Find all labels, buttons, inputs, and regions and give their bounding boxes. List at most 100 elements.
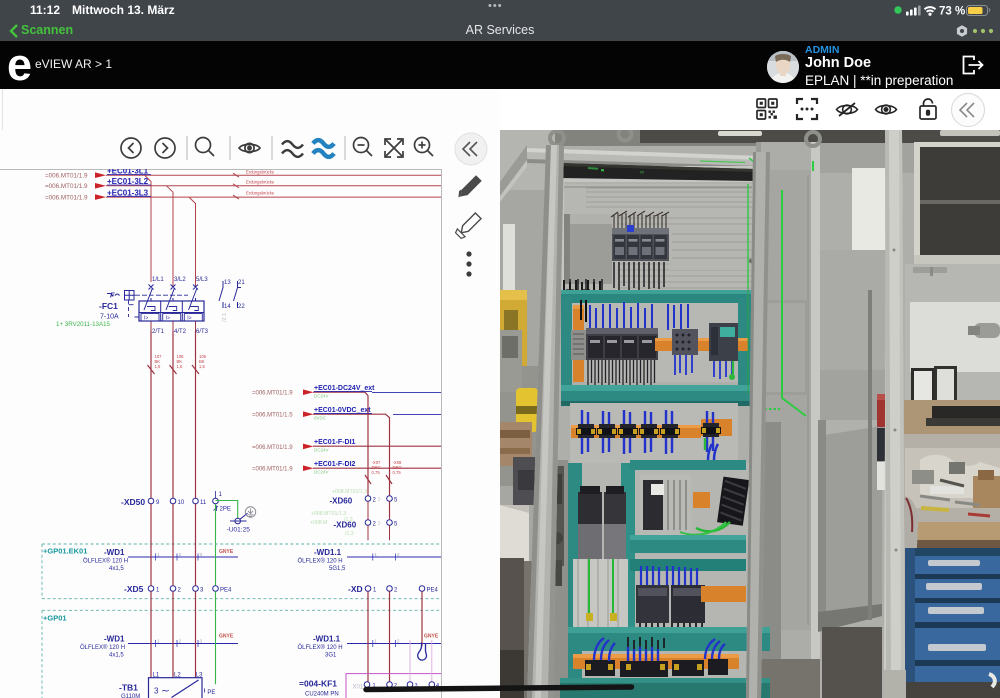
svg-text:1: 1	[374, 639, 377, 644]
svg-text:2: 2	[397, 552, 400, 557]
svg-text:-U01:25: -U01:25	[227, 527, 251, 534]
svg-text:=006.MT01/1.9: =006.MT01/1.9	[252, 445, 293, 451]
svg-text:=006.MT01/1.9: =006.MT01/1.9	[252, 391, 293, 397]
svg-text:I>: I>	[166, 316, 170, 322]
svg-text:21: 21	[238, 280, 245, 286]
svg-text:1: 1	[157, 552, 160, 557]
svg-text:1: 1	[373, 683, 376, 689]
svg-text:+008.MT01/1.3: +008.MT01/1.3	[311, 511, 346, 517]
svg-text:+GP01.EK01: +GP01.EK01	[43, 547, 87, 556]
svg-text:PE4: PE4	[220, 587, 232, 593]
svg-text:X01: X01	[353, 685, 364, 691]
svg-text:6/T3: 6/T3	[196, 329, 209, 335]
svg-text:2: 2	[397, 639, 400, 644]
svg-text:1,5: 1,5	[199, 364, 205, 369]
svg-text:-WD1: -WD1	[104, 635, 125, 644]
svg-text:2: 2	[179, 639, 182, 644]
svg-text:3: 3	[378, 497, 381, 503]
svg-text:2: 2	[179, 552, 182, 557]
svg-text:-WD1.1: -WD1.1	[313, 635, 341, 644]
svg-text:1: 1	[219, 492, 223, 498]
svg-text:I>: I>	[187, 316, 191, 322]
svg-text:-FC1: -FC1	[99, 301, 118, 311]
svg-text:10: 10	[178, 500, 185, 506]
svg-text:3: 3	[378, 521, 381, 527]
svg-text:+008.M: +008.M	[310, 520, 327, 526]
svg-text:-XD5: -XD5	[124, 584, 144, 594]
svg-text:-XD60: -XD60	[330, 497, 353, 506]
svg-text:1: 1	[157, 639, 160, 644]
svg-text:0VDC: 0VDC	[314, 416, 327, 421]
svg-text:5G1,5: 5G1,5	[329, 566, 346, 572]
svg-text:4: 4	[436, 683, 439, 689]
svg-text:5: 5	[394, 521, 398, 527]
svg-text:4x1,5: 4x1,5	[109, 566, 124, 572]
svg-text:DC24V: DC24V	[314, 394, 329, 399]
svg-text:4/T2: 4/T2	[174, 329, 187, 335]
svg-text:=006.MT01/1.5: =006.MT01/1.5	[252, 413, 293, 419]
svg-text:1,5: 1,5	[177, 364, 183, 369]
svg-text:L1: L1	[153, 673, 160, 679]
svg-text:2/T1: 2/T1	[152, 329, 165, 335]
svg-text:5/L3: 5/L3	[196, 277, 208, 283]
svg-text:-WD1.1: -WD1.1	[314, 548, 342, 557]
svg-text:-TB1: -TB1	[119, 683, 138, 693]
svg-text:14: 14	[224, 304, 231, 310]
svg-text:=004-KF1: =004-KF1	[299, 679, 337, 689]
svg-text:4x1,5: 4x1,5	[109, 652, 124, 658]
svg-text:Erdungsbrücke: Erdungsbrücke	[246, 180, 275, 185]
svg-text:DC24V: DC24V	[314, 470, 329, 475]
svg-text:PE: PE	[207, 690, 215, 696]
svg-text:-WD1: -WD1	[104, 548, 125, 557]
svg-text:3/L2: 3/L2	[174, 277, 186, 283]
svg-text:+EC01-F-DI2: +EC01-F-DI2	[314, 461, 356, 468]
svg-text:+EC01-F-DI1: +EC01-F-DI1	[314, 439, 356, 446]
svg-text:1/L1: 1/L1	[152, 277, 164, 283]
svg-text:3: 3	[200, 552, 203, 557]
svg-text:+008.MT01/1.3: +008.MT01/1.3	[332, 489, 367, 495]
svg-text:11: 11	[200, 500, 207, 506]
svg-text:DC24V: DC24V	[314, 448, 329, 453]
svg-text:3: 3	[200, 587, 204, 593]
svg-text:/2.1: /2.1	[222, 313, 228, 322]
svg-text:ÖLFLEX® 120 H: ÖLFLEX® 120 H	[83, 558, 128, 565]
svg-text:+GP01: +GP01	[43, 614, 67, 623]
svg-text:CU240M PN: CU240M PN	[305, 692, 339, 698]
svg-text:I>: I>	[144, 316, 148, 322]
svg-text:9: 9	[156, 500, 160, 506]
svg-text:2: 2	[394, 683, 397, 689]
svg-text:1: 1	[373, 587, 377, 593]
svg-text:3: 3	[154, 687, 159, 696]
svg-text:ÖLFLEX® 120 H: ÖLFLEX® 120 H	[298, 558, 343, 565]
svg-text:0,75: 0,75	[393, 470, 402, 475]
svg-text:ÖLFLEX® 120 H: ÖLFLEX® 120 H	[80, 644, 125, 651]
svg-text:1,5: 1,5	[155, 364, 161, 369]
svg-text:3G1: 3G1	[325, 652, 337, 658]
svg-text:3: 3	[200, 639, 203, 644]
svg-text:2: 2	[373, 497, 377, 503]
svg-text:Erdungsbrücke: Erdungsbrücke	[246, 170, 275, 175]
svg-text:0,75: 0,75	[372, 470, 381, 475]
svg-text:Erdungsbrücke: Erdungsbrücke	[246, 191, 275, 196]
svg-text:=006.MT01/1.9: =006.MT01/1.9	[45, 194, 88, 201]
svg-text:2PE: 2PE	[220, 507, 231, 513]
svg-text:GNYE: GNYE	[424, 634, 439, 640]
svg-text:13: 13	[224, 280, 231, 286]
svg-text:73 %: 73 %	[939, 6, 965, 18]
svg-text:GNYE: GNYE	[219, 549, 234, 555]
svg-text:L3: L3	[196, 673, 203, 679]
svg-text:3: 3	[415, 683, 418, 689]
svg-text:2: 2	[373, 521, 377, 527]
svg-text:5: 5	[394, 497, 398, 503]
svg-text:7-10A: 7-10A	[100, 314, 119, 321]
svg-text:1+ 3RV2011-13A15: 1+ 3RV2011-13A15	[56, 321, 111, 328]
svg-text:PE4: PE4	[427, 587, 439, 593]
svg-text:1: 1	[156, 587, 160, 593]
svg-text:2: 2	[178, 587, 182, 593]
svg-text:L2: L2	[174, 673, 181, 679]
svg-text:GNYE: GNYE	[219, 634, 234, 640]
svg-text:-XD50: -XD50	[121, 497, 145, 507]
svg-text:=006.MT01/1.9: =006.MT01/1.9	[252, 467, 293, 473]
svg-text:=006.MT01/1.9: =006.MT01/1.9	[45, 173, 88, 180]
svg-text:=006.MT01/1.9: =006.MT01/1.9	[45, 183, 88, 190]
